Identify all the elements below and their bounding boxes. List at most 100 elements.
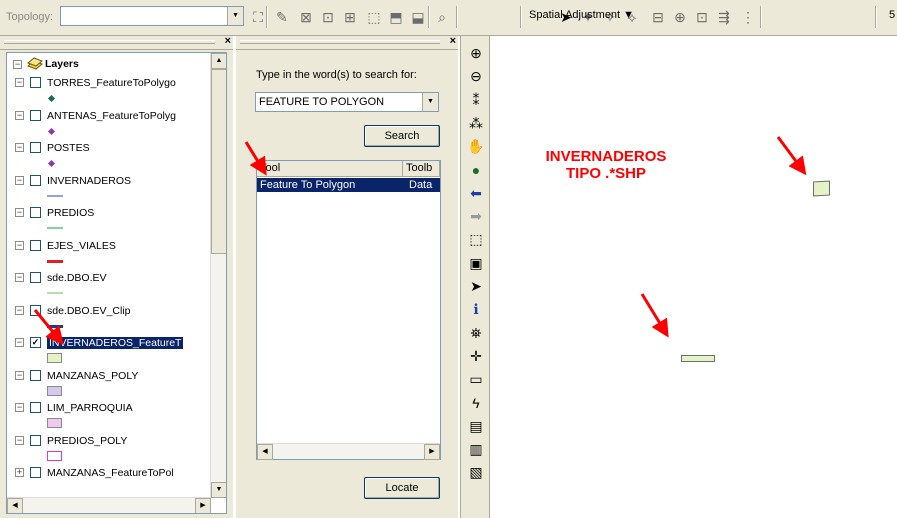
- hyperlink-icon[interactable]: ϟ: [466, 394, 486, 413]
- layer-name[interactable]: sde.DBO.EV_Clip: [47, 305, 130, 317]
- zoom-out-icon[interactable]: ⊖: [466, 67, 486, 86]
- result-row[interactable]: Feature To Polygon Data: [257, 178, 440, 192]
- layer-visibility-checkbox[interactable]: [30, 142, 41, 153]
- layer-visibility-checkbox[interactable]: [30, 77, 41, 88]
- forward-icon[interactable]: ➡: [466, 207, 486, 226]
- adjustment-preview-icon[interactable]: ⊡: [692, 7, 712, 27]
- collapse-icon[interactable]: −: [15, 110, 24, 120]
- more-icon[interactable]: ⋮: [738, 7, 758, 27]
- toc-horizontal-scrollbar[interactable]: ◀ ▶: [7, 497, 211, 513]
- column-header-tool[interactable]: Tool: [257, 161, 403, 177]
- collapse-icon[interactable]: −: [15, 435, 24, 445]
- edit-topology-icon[interactable]: ✎: [272, 7, 292, 27]
- layer-name[interactable]: PREDIOS: [47, 207, 94, 219]
- layer-visibility-checkbox[interactable]: [30, 402, 41, 413]
- layer-name[interactable]: MANZANAS_POLY: [47, 370, 138, 382]
- identify-icon[interactable]: ℹ: [466, 300, 486, 319]
- select-features-icon[interactable]: ⬚: [466, 230, 486, 249]
- collapse-icon[interactable]: −: [15, 240, 24, 250]
- scroll-left-icon[interactable]: ◀: [7, 498, 23, 513]
- zoom-in-icon[interactable]: ⊕: [466, 44, 486, 63]
- expand-icon[interactable]: +: [15, 468, 24, 477]
- layer-visibility-checkbox[interactable]: [30, 467, 41, 478]
- search-input[interactable]: FEATURE TO POLYGON ▼: [255, 92, 439, 112]
- layer-name[interactable]: INVERNADEROS_FeatureT: [47, 337, 184, 349]
- identify-features-icon[interactable]: ⌕: [432, 7, 452, 27]
- results-horizontal-scrollbar[interactable]: ◀ ▶: [257, 443, 440, 460]
- layer-item[interactable]: − PREDIOS: [7, 205, 207, 229]
- layer-visibility-checkbox[interactable]: [30, 174, 41, 186]
- greenhouse-polygon[interactable]: [681, 355, 715, 362]
- viewer-icon[interactable]: ▧: [466, 463, 486, 482]
- collapse-icon[interactable]: −: [15, 208, 24, 217]
- layer-visibility-checkbox[interactable]: [30, 239, 41, 251]
- layer-visibility-checkbox[interactable]: [30, 272, 41, 283]
- view-link-table-icon[interactable]: ⊟: [648, 7, 668, 27]
- pan-icon[interactable]: ✋: [466, 137, 486, 156]
- scroll-right-icon[interactable]: ▶: [424, 444, 440, 460]
- fixed-zoom-out-icon[interactable]: ⁂: [466, 114, 486, 133]
- layer-name[interactable]: LIM_PARROQUIA: [47, 402, 133, 414]
- collapse-icon[interactable]: −: [15, 338, 24, 347]
- validate-icon[interactable]: ⊠: [296, 7, 316, 27]
- fixed-zoom-in-icon[interactable]: ⁑: [466, 91, 486, 110]
- close-icon[interactable]: ×: [450, 35, 456, 47]
- topology-dropdown[interactable]: ▼: [60, 6, 244, 26]
- layer-item[interactable]: − ✓ INVERNADEROS_FeatureT: [7, 335, 207, 363]
- html-popup-icon[interactable]: ▤: [466, 417, 486, 436]
- layer-visibility-checkbox[interactable]: [30, 207, 41, 218]
- layer-item[interactable]: − INVERNADEROS: [7, 173, 207, 197]
- topology-icon[interactable]: ⛶: [248, 7, 268, 27]
- measure-icon[interactable]: ▭: [466, 370, 486, 389]
- back-icon[interactable]: ⬅: [466, 184, 486, 203]
- error-inspector-icon[interactable]: ⬓: [408, 7, 428, 27]
- map-canvas[interactable]: [491, 36, 897, 518]
- go-to-xy-icon[interactable]: ✛: [466, 347, 486, 366]
- fix-icon[interactable]: ⊡: [318, 7, 338, 27]
- attribute-transfer-icon[interactable]: ⇶: [714, 7, 734, 27]
- full-extent-icon[interactable]: ●: [466, 161, 486, 180]
- collapse-icon[interactable]: −: [15, 143, 24, 152]
- layer-item[interactable]: − ANTENAS_FeatureToPolyg: [7, 108, 207, 135]
- search-button[interactable]: Search: [364, 125, 440, 147]
- layer-name[interactable]: TORRES_FeatureToPolygo: [47, 77, 176, 89]
- toc-scroll-thumb[interactable]: [211, 69, 226, 254]
- collapse-icon[interactable]: −: [15, 403, 24, 412]
- layer-item[interactable]: − PREDIOS_POLY: [7, 433, 207, 461]
- layer-visibility-checkbox[interactable]: [30, 109, 41, 121]
- find-icon[interactable]: ⛯: [466, 324, 486, 343]
- layer-name[interactable]: POSTES: [47, 142, 90, 154]
- layer-item[interactable]: − EJES_VIALES: [7, 238, 207, 263]
- layer-name[interactable]: MANZANAS_FeatureToPol: [47, 467, 174, 479]
- collapse-icon[interactable]: −: [15, 175, 24, 185]
- layer-visibility-checkbox[interactable]: ✓: [30, 337, 41, 348]
- layer-item[interactable]: − sde.DBO.EV: [7, 270, 207, 294]
- column-header-toolbox[interactable]: Toolb: [403, 161, 440, 177]
- layer-item[interactable]: − LIM_PARROQUIA: [7, 400, 207, 428]
- collapse-icon[interactable]: −: [13, 60, 22, 69]
- select-elements-icon[interactable]: ➤: [466, 277, 486, 296]
- collapse-icon[interactable]: −: [15, 273, 24, 282]
- scroll-down-icon[interactable]: ▼: [211, 482, 226, 498]
- spatial-adjustment-menu[interactable]: Spatial Adjustment ▼: [529, 9, 634, 21]
- layer-visibility-checkbox[interactable]: [30, 304, 41, 316]
- error-icon[interactable]: ⊞: [340, 7, 360, 27]
- collapse-icon[interactable]: −: [15, 78, 24, 87]
- scroll-left-icon[interactable]: ◀: [257, 444, 273, 460]
- layer-item[interactable]: − MANZANAS_POLY: [7, 368, 207, 396]
- layer-item[interactable]: − TORRES_FeatureToPolygo: [7, 75, 207, 103]
- scroll-right-icon[interactable]: ▶: [195, 498, 211, 513]
- locate-button[interactable]: Locate: [364, 477, 440, 499]
- layer-item[interactable]: + MANZANAS_FeatureToPol: [7, 465, 207, 481]
- layer-name[interactable]: sde.DBO.EV: [47, 272, 107, 284]
- collapse-icon[interactable]: −: [15, 305, 24, 315]
- map-topology-icon[interactable]: ⬒: [386, 7, 406, 27]
- shared-edge-icon[interactable]: ⬚: [364, 7, 384, 27]
- greenhouse-polygon[interactable]: [813, 180, 830, 197]
- layer-name[interactable]: EJES_VIALES: [47, 240, 116, 252]
- layer-item[interactable]: − POSTES: [7, 140, 207, 168]
- add-control-points-icon[interactable]: ⊕: [670, 7, 690, 27]
- toc-vertical-scrollbar[interactable]: ▲ ▼: [210, 53, 226, 498]
- close-icon[interactable]: ×: [225, 35, 231, 47]
- time-slider-icon[interactable]: ▥: [466, 440, 486, 459]
